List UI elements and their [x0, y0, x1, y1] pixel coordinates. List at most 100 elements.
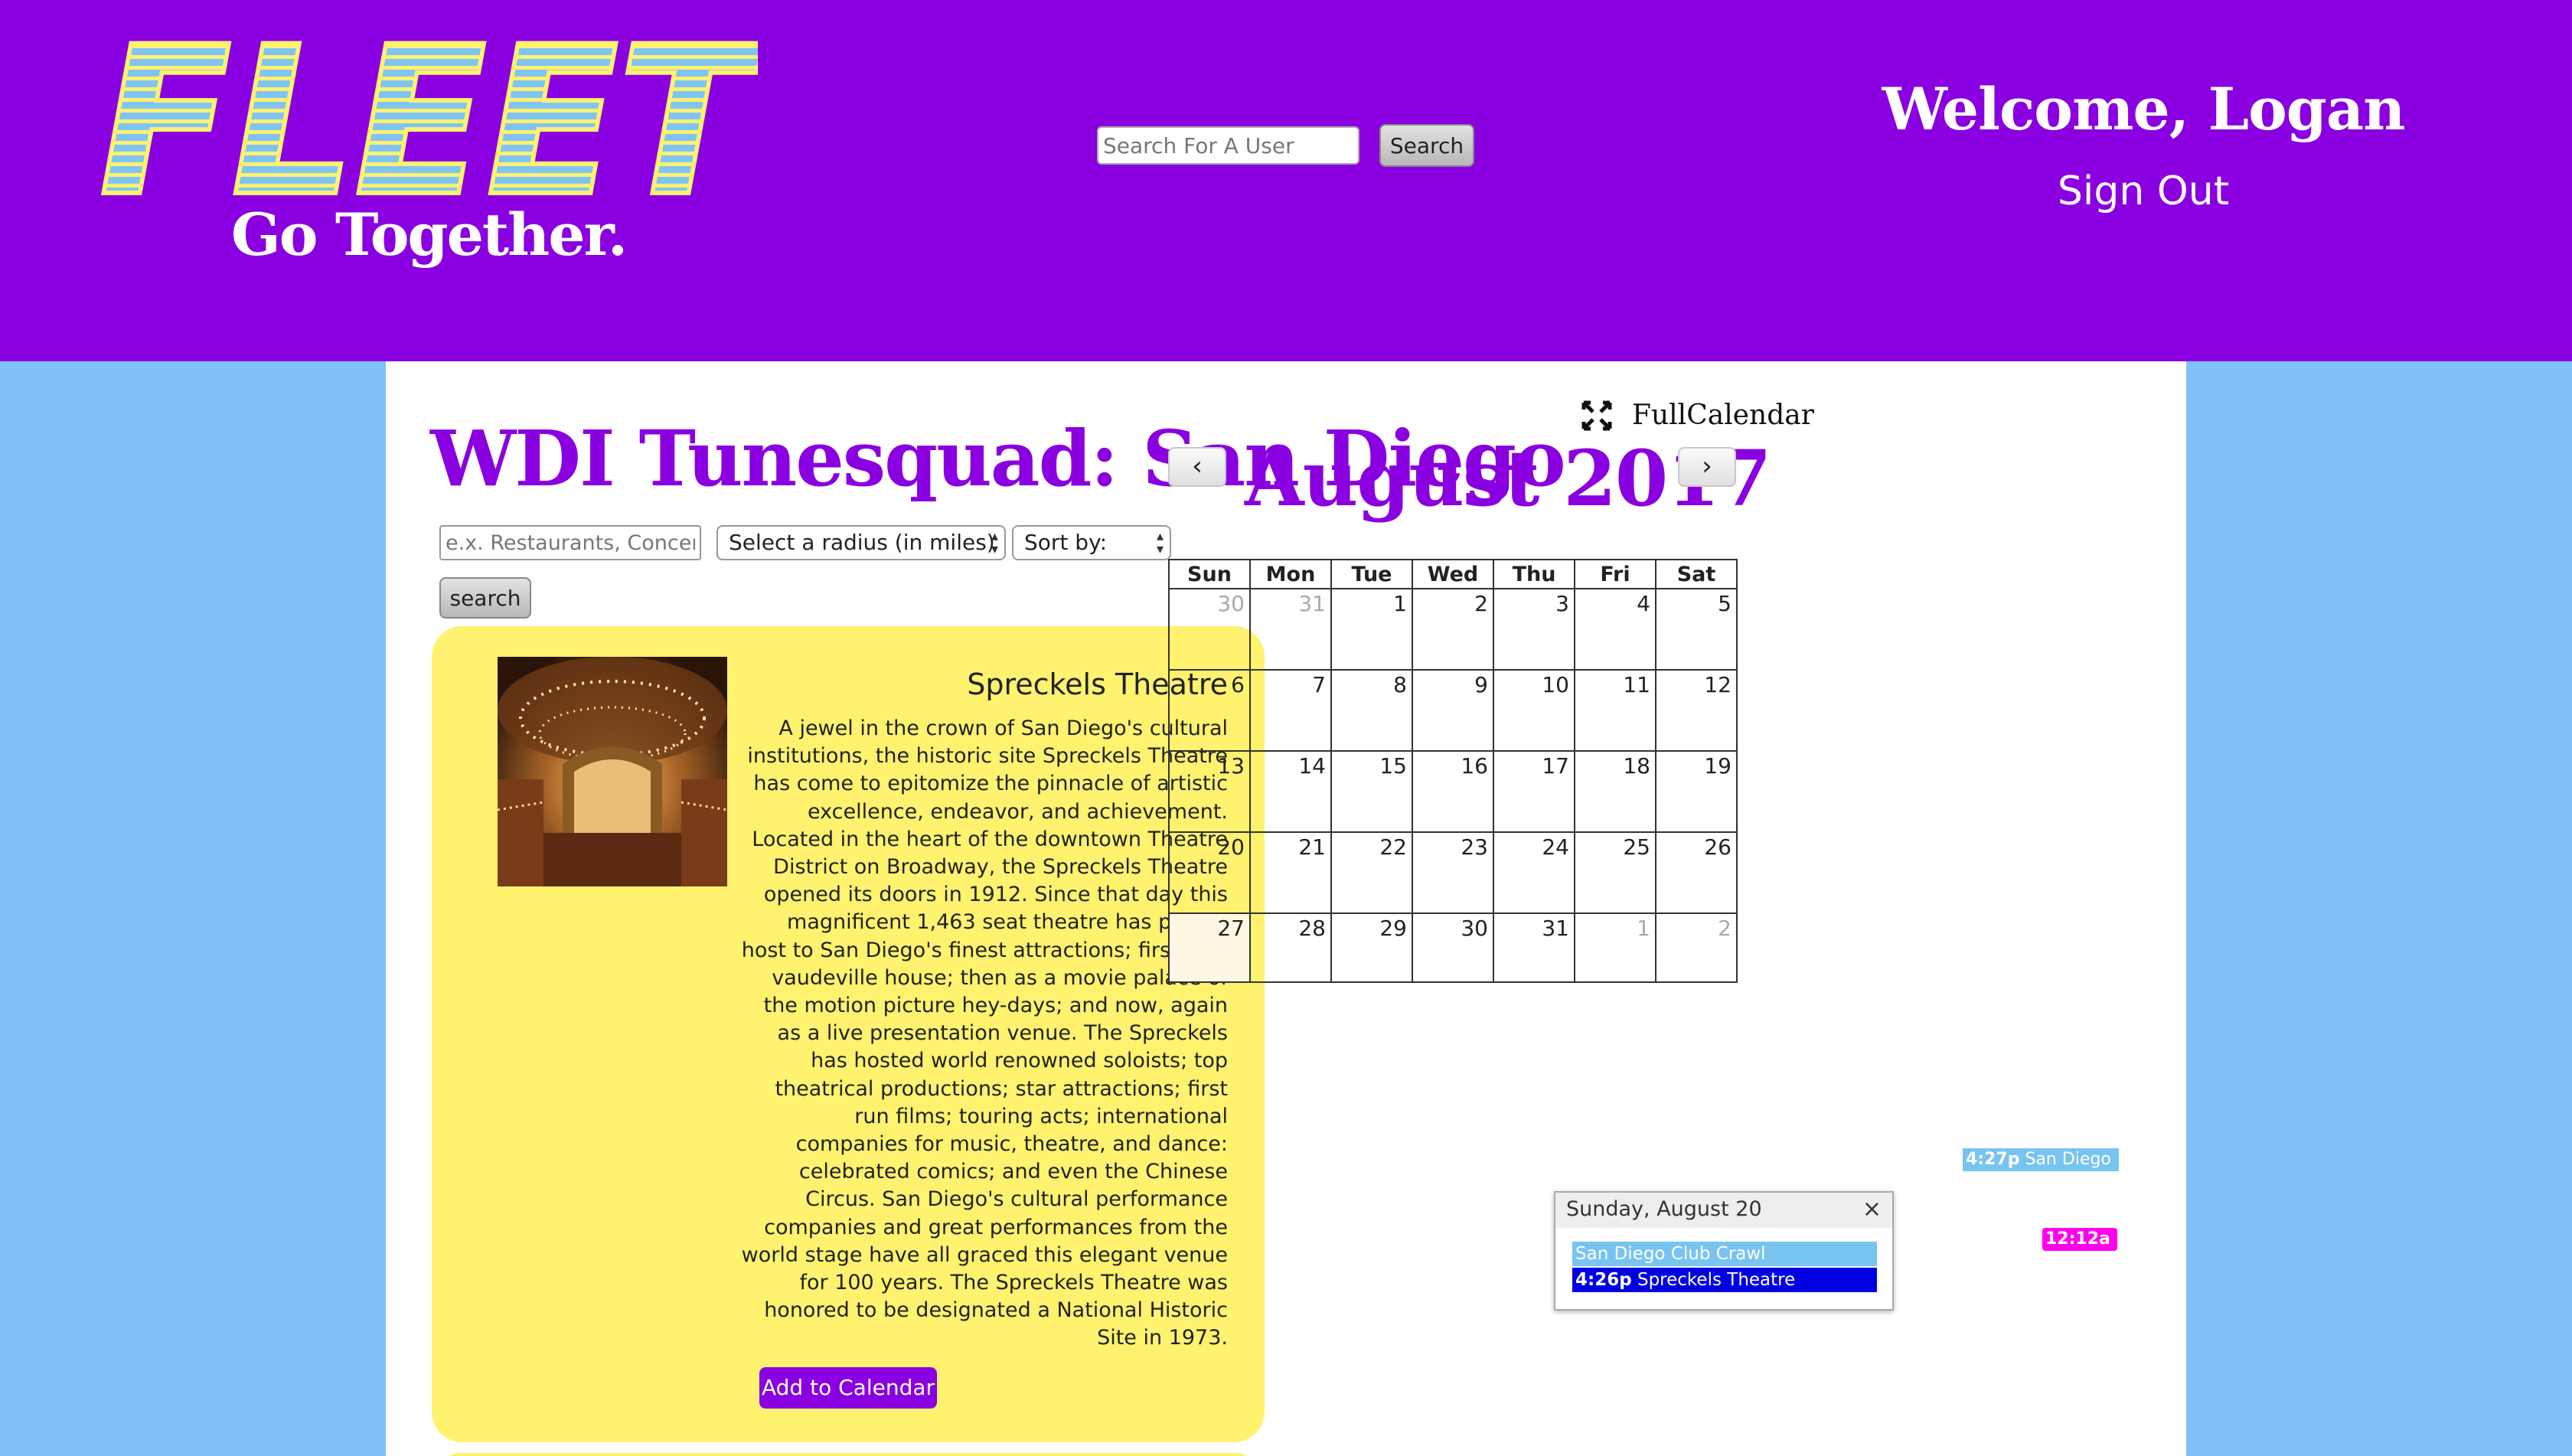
radius-select[interactable]: Select a radius (in miles) ▴ ▾ — [716, 525, 1006, 560]
fleet-logo[interactable]: FLEET — [100, 23, 758, 207]
calendar-day-cell[interactable]: 20 — [1168, 831, 1251, 914]
day-number: 16 — [1461, 753, 1488, 779]
user-search-button[interactable]: Search — [1379, 124, 1474, 167]
day-number: 19 — [1704, 753, 1732, 779]
next-month-button[interactable]: › — [1678, 447, 1736, 487]
welcome-message: Welcome, Logan — [1882, 75, 2406, 143]
event-image — [498, 657, 727, 886]
calendar-day-cell[interactable]: 21 — [1249, 831, 1332, 914]
calendar-day-cell[interactable]: 12 — [1655, 669, 1738, 752]
day-number: 2 — [1718, 916, 1732, 941]
calendar-day-cell[interactable]: 14 — [1249, 750, 1332, 833]
calendar-day-cell[interactable]: 3 — [1493, 588, 1575, 671]
calendar-day-cell[interactable]: 25 — [1574, 831, 1656, 914]
calendar-day-cell[interactable]: 8 — [1330, 669, 1413, 752]
day-number: 24 — [1542, 834, 1569, 860]
day-number: 12 — [1704, 672, 1732, 697]
fullcalendar-label: FullCalendar — [1581, 400, 1814, 431]
event-card: Spreckels Theatre A jewel in the crown o… — [432, 626, 1265, 1442]
add-to-calendar-button[interactable]: Add to Calendar — [759, 1367, 937, 1409]
calendar-day-cell[interactable]: 30 — [1168, 588, 1251, 671]
popover-header: Sunday, August 20 × — [1555, 1193, 1892, 1228]
chevron-right-icon: › — [1702, 451, 1712, 482]
event-name: Spreckels Theatre — [967, 668, 1228, 701]
keyword-search-input[interactable] — [439, 525, 701, 560]
weekday-header: Sun — [1168, 559, 1251, 589]
day-number: 27 — [1217, 916, 1245, 941]
calendar-day-cell[interactable]: 15 — [1330, 750, 1413, 833]
calendar-day-cell[interactable]: 13 — [1168, 750, 1251, 833]
calendar-day-cell[interactable]: 10 — [1493, 669, 1575, 752]
weekday-header: Mon — [1249, 559, 1332, 589]
event-time: 4:26p — [1575, 1270, 1632, 1290]
day-number: 26 — [1704, 834, 1732, 860]
event-time: 4:27p — [1966, 1150, 2020, 1169]
weekday-header: Fri — [1574, 559, 1656, 589]
calendar-day-cell[interactable]: 31 — [1249, 588, 1332, 671]
sign-out-link[interactable]: Sign Out — [1822, 168, 2465, 214]
site-header: FLEET Go Together. Search Welcome, Logan… — [0, 0, 2572, 361]
weekday-header-row: Sun Mon Tue Wed Thu Fri Sat — [1168, 559, 1738, 589]
popover-event-club-crawl[interactable]: San Diego Club Crawl — [1572, 1242, 1877, 1266]
weekday-header: Sat — [1655, 559, 1738, 589]
calendar-day-cell[interactable]: 11 — [1574, 669, 1656, 752]
calendar-day-cell[interactable]: 5 — [1655, 588, 1738, 671]
calendar-day-cell[interactable]: 9 — [1412, 669, 1494, 752]
day-number: 28 — [1298, 916, 1326, 941]
prev-month-button[interactable]: ‹ — [1168, 447, 1226, 487]
calendar-day-cell[interactable]: 6 — [1168, 669, 1251, 752]
day-number: 22 — [1379, 834, 1407, 860]
calendar-day-cell[interactable]: 2 — [1655, 912, 1738, 983]
radius-select-label: Select a radius (in miles) — [729, 530, 995, 555]
calendar-day-cell[interactable]: 23 — [1412, 831, 1494, 914]
day-number: 9 — [1474, 672, 1488, 697]
day-events-popover: Sunday, August 20 × San Diego Club Crawl… — [1554, 1191, 1894, 1311]
day-number: 31 — [1298, 591, 1326, 616]
select-arrows-icon: ▴ ▾ — [1156, 528, 1164, 557]
calendar-day-cell[interactable]: 18 — [1574, 750, 1656, 833]
fullcalendar-brand: FullCalendar — [1632, 400, 1814, 431]
day-number: 21 — [1298, 834, 1326, 860]
calendar-day-cell[interactable]: 4 — [1574, 588, 1656, 671]
select-arrows-icon: ▴ ▾ — [991, 528, 998, 557]
chevron-left-icon: ‹ — [1192, 451, 1203, 482]
calendar-day-cell[interactable]: 19 — [1655, 750, 1738, 833]
calendar-day-cell[interactable]: 7 — [1249, 669, 1332, 752]
calendar-day-cell[interactable]: 17 — [1493, 750, 1575, 833]
day-number: 20 — [1217, 834, 1245, 860]
calendar-day-cell[interactable]: 31 — [1493, 912, 1575, 983]
event-search-button[interactable]: search — [439, 577, 531, 619]
calendar-day-cell[interactable]: 29 — [1330, 912, 1413, 983]
calendar-day-cell[interactable]: 26 — [1655, 831, 1738, 914]
sort-select-label: Sort by: — [1024, 530, 1108, 555]
weekday-header: Thu — [1493, 559, 1575, 589]
sort-select[interactable]: Sort by: ▴ ▾ — [1012, 525, 1171, 560]
close-icon[interactable]: × — [1862, 1193, 1882, 1226]
expand-icon[interactable] — [1581, 400, 1612, 431]
day-number: 29 — [1379, 916, 1407, 941]
calendar-day-cell[interactable]: 16 — [1412, 750, 1494, 833]
calendar-day-cell[interactable]: 24 — [1493, 831, 1575, 914]
calendar-day-cell[interactable]: 27 — [1168, 912, 1251, 983]
calendar-event-san-diego[interactable]: 4:27p San Diego — [1963, 1148, 2119, 1171]
calendar-day-cell[interactable]: 22 — [1330, 831, 1413, 914]
calendar-day-cell[interactable]: 30 — [1412, 912, 1494, 983]
day-number: 13 — [1217, 753, 1245, 779]
user-search-input[interactable] — [1097, 126, 1359, 165]
day-number: 11 — [1623, 672, 1650, 697]
calendar-event-late[interactable]: 12:12a — [2042, 1228, 2117, 1251]
calendar-day-cell[interactable]: 28 — [1249, 912, 1332, 983]
event-title: San Diego Club Crawl — [1575, 1244, 1766, 1264]
day-number: 3 — [1555, 591, 1569, 616]
calendar-day-cell[interactable]: 2 — [1412, 588, 1494, 671]
calendar-month-title: August 2017 — [1245, 433, 1772, 524]
popover-event-spreckels[interactable]: 4:26p Spreckels Theatre — [1572, 1268, 1877, 1292]
day-number: 23 — [1461, 834, 1488, 860]
day-number: 8 — [1393, 672, 1407, 697]
day-number: 1 — [1637, 916, 1650, 941]
day-number: 31 — [1542, 916, 1569, 941]
calendar-day-cell[interactable]: 1 — [1574, 912, 1656, 983]
logo-text: FLEET — [100, 23, 758, 207]
calendar-day-cell[interactable]: 1 — [1330, 588, 1413, 671]
day-number: 18 — [1623, 753, 1650, 779]
